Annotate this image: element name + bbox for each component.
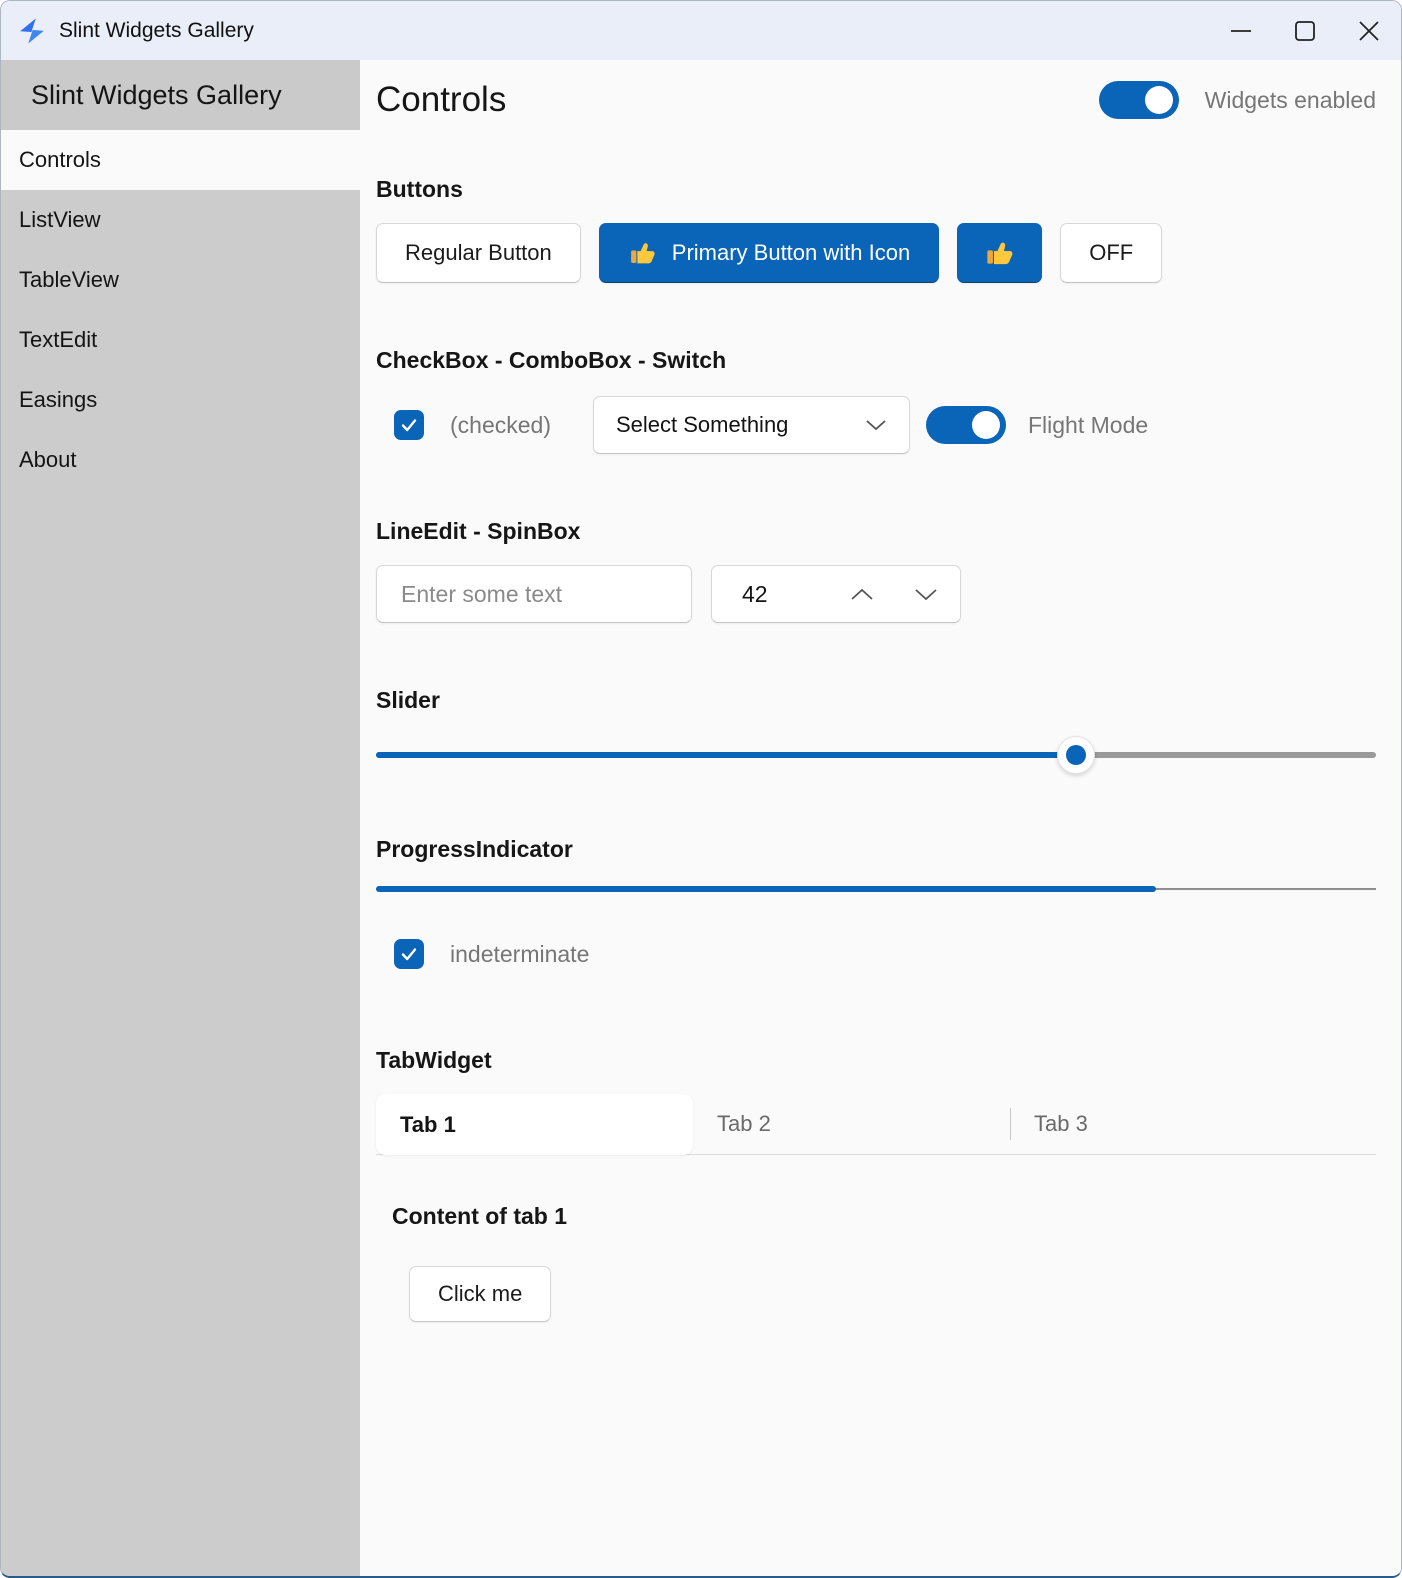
widgets-enabled-switch[interactable] xyxy=(1098,81,1179,119)
check-icon xyxy=(401,948,417,961)
tab-content-heading: Content of tab 1 xyxy=(392,1203,568,1229)
thumbs-up-icon xyxy=(987,242,1013,265)
check-icon xyxy=(401,419,417,432)
tab-content: Content of tab 1 Click me xyxy=(376,1203,1376,1322)
sidebar-item-about[interactable]: About xyxy=(1,430,360,490)
tab-1[interactable]: Tab 1 xyxy=(376,1094,693,1155)
combobox[interactable]: Select Something xyxy=(592,396,910,454)
window-title: Slint Widgets Gallery xyxy=(59,18,254,42)
checkbox-label: (checked) xyxy=(450,411,551,438)
app-window: Slint Widgets Gallery Slint Widgets Gall… xyxy=(0,0,1402,1578)
tabwidget-heading: TabWidget xyxy=(376,1047,492,1073)
sidebar-header: Slint Widgets Gallery xyxy=(1,60,360,130)
regular-button[interactable]: Regular Button xyxy=(376,223,581,283)
switch-knob xyxy=(971,411,1000,439)
widgets-enabled-label: Widgets enabled xyxy=(1204,86,1376,113)
sidebar-item-controls[interactable]: Controls xyxy=(1,130,360,190)
main-content: Controls Widgets enabled Buttons Regular… xyxy=(360,60,1401,1576)
off-toggle-button[interactable]: OFF xyxy=(1060,223,1163,283)
slider-handle[interactable] xyxy=(1057,736,1095,774)
minimize-button[interactable] xyxy=(1209,1,1273,60)
lineedit-heading: LineEdit - SpinBox xyxy=(376,518,581,544)
checked-checkbox[interactable] xyxy=(394,410,424,440)
checks-heading: CheckBox - ComboBox - Switch xyxy=(376,347,727,373)
line-edit-input[interactable] xyxy=(376,565,692,623)
spinbox[interactable]: 42 xyxy=(711,565,961,623)
tab-3-label: Tab 3 xyxy=(1034,1111,1088,1136)
maximize-icon xyxy=(1295,20,1315,41)
window-controls xyxy=(1209,1,1401,60)
slider-heading: Slider xyxy=(376,687,440,713)
spinbox-increment-button[interactable] xyxy=(850,588,874,601)
maximize-button[interactable] xyxy=(1273,1,1337,60)
spinbox-value: 42 xyxy=(742,580,768,607)
sidebar-item-tableview[interactable]: TableView xyxy=(1,250,360,310)
indeterminate-checkbox[interactable] xyxy=(394,939,424,969)
sidebar-item-easings[interactable]: Easings xyxy=(1,370,360,430)
progress-heading: ProgressIndicator xyxy=(376,836,573,862)
titlebar: Slint Widgets Gallery xyxy=(1,1,1401,60)
primary-button[interactable]: Primary Button with Icon xyxy=(598,223,940,283)
flight-mode-switch[interactable] xyxy=(925,406,1006,444)
tab-bar: Tab 1 Tab 2 Tab 3 xyxy=(376,1094,1376,1155)
tab-2[interactable]: Tab 2 xyxy=(693,1094,1010,1154)
tab-3[interactable]: Tab 3 xyxy=(1010,1094,1327,1154)
close-button[interactable] xyxy=(1337,1,1401,60)
progress-fill xyxy=(376,886,1156,892)
thumbs-up-icon xyxy=(630,243,655,264)
indeterminate-label: indeterminate xyxy=(450,940,590,967)
combobox-value: Select Something xyxy=(615,412,789,437)
slint-logo-icon xyxy=(20,18,44,43)
buttons-heading: Buttons xyxy=(376,176,463,202)
click-me-button[interactable]: Click me xyxy=(409,1266,552,1322)
close-icon xyxy=(1359,20,1379,41)
thumb-icon-button[interactable] xyxy=(957,223,1043,283)
chevron-down-icon xyxy=(865,419,887,431)
flight-mode-label: Flight Mode xyxy=(1027,411,1149,438)
page-title: Controls xyxy=(376,80,507,119)
minimize-icon xyxy=(1231,29,1251,32)
primary-button-label: Primary Button with Icon xyxy=(671,240,911,265)
sidebar: Slint Widgets Gallery Controls ListView … xyxy=(1,60,360,1576)
slider[interactable] xyxy=(376,736,1376,774)
sidebar-item-textedit[interactable]: TextEdit xyxy=(1,310,360,370)
spinbox-decrement-button[interactable] xyxy=(914,588,938,601)
sidebar-item-listview[interactable]: ListView xyxy=(1,190,360,250)
slider-fill xyxy=(376,752,1076,758)
tab-divider xyxy=(1010,1108,1011,1140)
switch-knob xyxy=(1144,86,1173,114)
progress-indicator xyxy=(376,885,1376,893)
